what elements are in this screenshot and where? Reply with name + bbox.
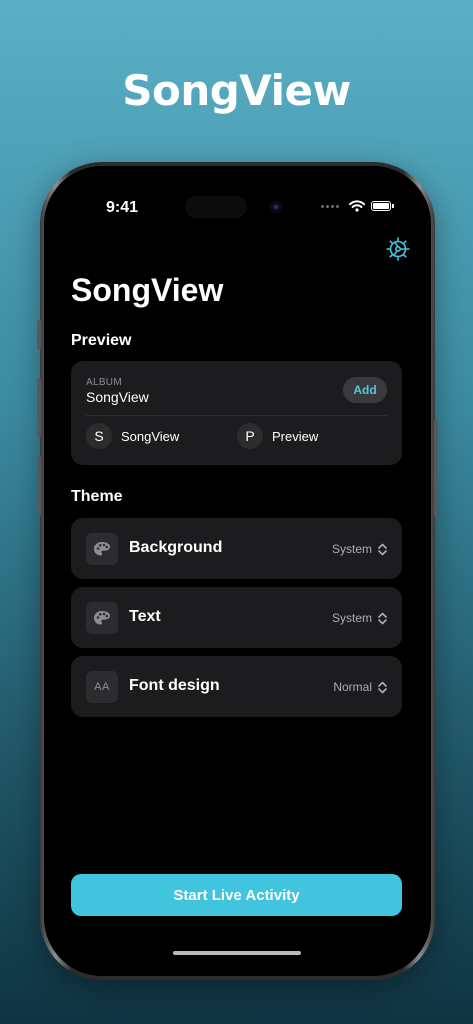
action-button (37, 320, 41, 350)
add-button[interactable]: Add (343, 377, 387, 403)
artist-item-preview: P Preview (237, 423, 318, 449)
dynamic-island (185, 196, 247, 218)
chevron-up-down-icon (378, 681, 387, 693)
row-label: Background (129, 539, 223, 556)
chevron-up-down-icon (378, 612, 387, 624)
theme-row-background[interactable]: Background System (71, 518, 402, 579)
wifi-icon (349, 200, 365, 212)
volume-up-button (37, 378, 41, 438)
phone-screen: 9:41 SongView Preview ALBUM SongView Add… (44, 166, 431, 976)
artist-name: SongView (121, 428, 180, 444)
theme-row-text[interactable]: Text System (71, 587, 402, 648)
avatar: S (86, 423, 112, 449)
font-size-icon: AA (86, 671, 118, 703)
promo-title: SongView (122, 66, 351, 115)
page-title: SongView (71, 272, 224, 308)
album-title: SongView (86, 389, 149, 405)
theme-section-title: Theme (71, 488, 123, 505)
theme-row-font-design[interactable]: AA Font design Normal (71, 656, 402, 717)
row-value: System (331, 542, 372, 556)
status-icons (321, 200, 394, 212)
row-label: Text (129, 608, 161, 625)
album-label: ALBUM (86, 377, 122, 388)
row-value: System (331, 611, 372, 625)
home-indicator[interactable] (173, 951, 301, 955)
front-camera (270, 201, 282, 213)
row-label: Font design (129, 677, 220, 694)
chevron-up-down-icon (378, 543, 387, 555)
row-value: Normal (333, 680, 372, 694)
status-time: 9:41 (106, 199, 139, 216)
artist-name: Preview (272, 428, 319, 444)
preview-section-title: Preview (71, 332, 132, 349)
text-value-picker[interactable]: System (332, 611, 387, 625)
palette-icon (86, 533, 118, 565)
avatar: P (237, 423, 263, 449)
font-design-value-picker[interactable]: Normal (333, 680, 387, 694)
battery-icon (371, 201, 394, 211)
start-live-activity-button[interactable]: Start Live Activity (71, 874, 402, 916)
preview-card: ALBUM SongView Add S SongView P Preview (71, 361, 402, 465)
card-divider (86, 415, 387, 416)
artist-item-songview: S SongView (86, 423, 179, 449)
cellular-signal-icon (321, 204, 339, 208)
palette-icon (86, 602, 118, 634)
power-button (434, 420, 438, 518)
font-size-icon-text: AA (94, 681, 110, 693)
background-value-picker[interactable]: System (332, 542, 387, 556)
volume-down-button (37, 456, 41, 516)
settings-gear-icon[interactable] (385, 236, 411, 262)
